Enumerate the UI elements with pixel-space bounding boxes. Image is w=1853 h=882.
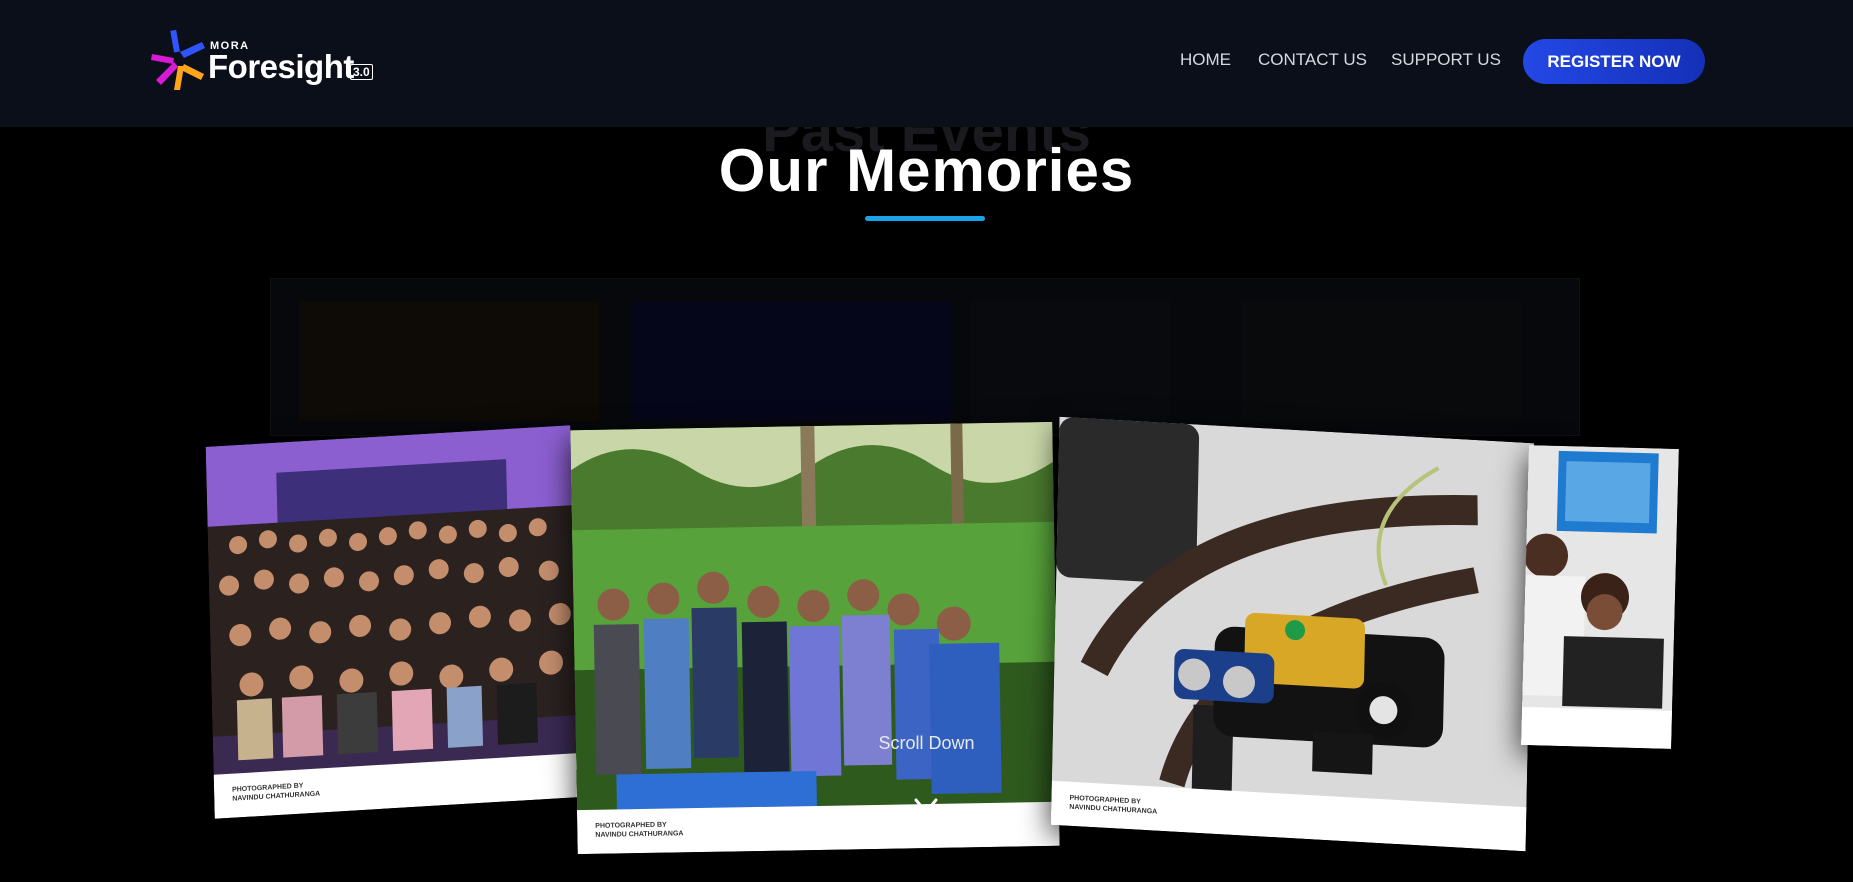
register-now-button[interactable]: REGISTER NOW bbox=[1523, 39, 1705, 84]
stage-screen-logo bbox=[971, 301, 1171, 421]
nav-home-link[interactable]: HOME bbox=[1180, 50, 1231, 70]
memory-photo-selfie[interactable]: PHOTOGRAPHED BY NAVINDU CHATHURANGA bbox=[570, 421, 1060, 855]
background-stage bbox=[270, 278, 1580, 436]
logo-name-text: Foresight bbox=[208, 48, 354, 85]
memory-photo-group[interactable]: PHOTOGRAPHED BY NAVINDU CHATHURANGA bbox=[205, 425, 580, 819]
photo-credit: PHOTOGRAPHED BY NAVINDU CHATHURANGA bbox=[595, 820, 683, 840]
memory-photo-workshop[interactable] bbox=[1521, 445, 1679, 749]
memory-photo-robot[interactable]: PHOTOGRAPHED BY NAVINDU CHATHURANGA bbox=[1050, 416, 1535, 852]
foresight-star-icon bbox=[151, 29, 205, 90]
section-title: Our Memories bbox=[718, 137, 1135, 204]
top-navbar: MORA Foresight 3.0 HOME CONTACT US SUPPO… bbox=[0, 0, 1853, 127]
stage-screen-left bbox=[299, 301, 599, 421]
selfie-photo-image bbox=[570, 421, 1060, 855]
title-underline bbox=[865, 216, 985, 221]
stage-screen-center bbox=[631, 301, 951, 421]
robot-photo-image bbox=[1050, 416, 1535, 852]
nav-support-link[interactable]: SUPPORT US bbox=[1391, 50, 1501, 70]
logo-version-badge: 3.0 bbox=[350, 64, 373, 80]
chevron-down-icon[interactable] bbox=[912, 792, 940, 820]
scroll-down-label[interactable]: Scroll Down bbox=[0, 733, 1853, 754]
foresight-logo[interactable]: MORA Foresight 3.0 bbox=[150, 28, 380, 92]
stage-screen-right bbox=[1241, 301, 1521, 421]
nav-contact-link[interactable]: CONTACT US bbox=[1258, 50, 1367, 70]
workshop-photo-image bbox=[1521, 445, 1679, 749]
credit-name: NAVINDU CHATHURANGA bbox=[595, 830, 684, 839]
